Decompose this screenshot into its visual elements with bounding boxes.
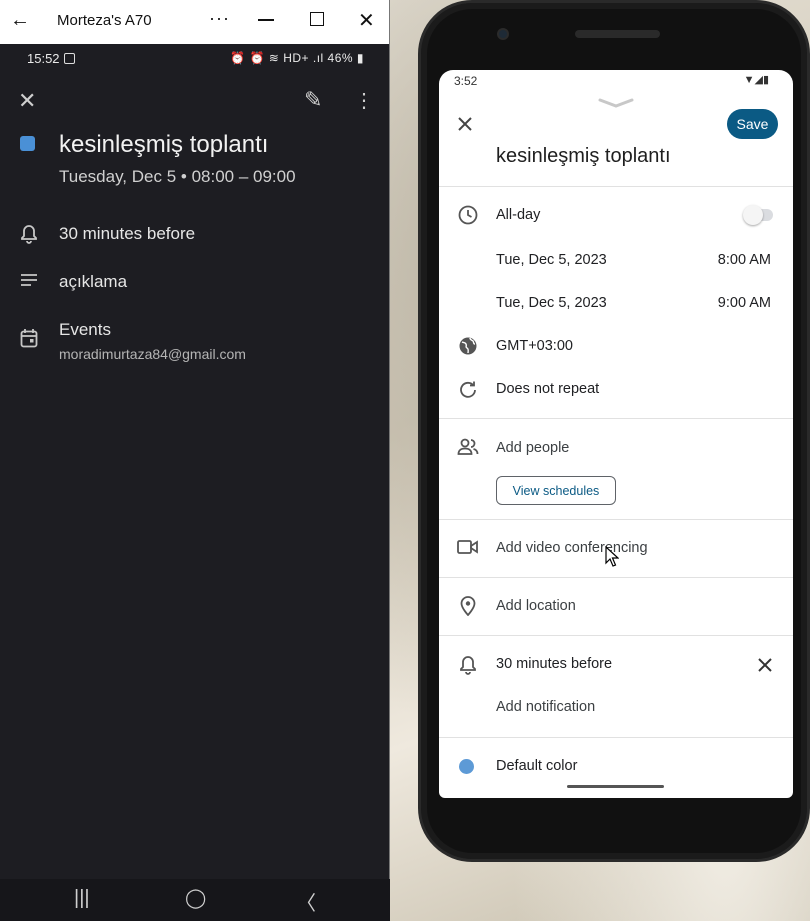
calendar-account: moradimurtaza84@gmail.com xyxy=(59,346,246,362)
all-day-label: All-day xyxy=(496,207,541,223)
divider xyxy=(439,418,793,419)
start-time[interactable]: 8:00 AM xyxy=(718,252,771,268)
color-option[interactable]: Default color xyxy=(496,758,577,774)
save-button[interactable]: Save xyxy=(727,109,778,139)
clipboard-icon xyxy=(64,53,75,64)
event-title: kesinleşmiş toplantı xyxy=(59,131,269,158)
close-icon[interactable] xyxy=(457,112,473,138)
sheet-handle-chevron-icon[interactable] xyxy=(598,98,634,108)
end-time[interactable]: 9:00 AM xyxy=(718,295,771,311)
add-video-conferencing[interactable]: Add video conferencing xyxy=(496,540,648,556)
globe-icon xyxy=(457,336,479,361)
event-color-swatch xyxy=(20,136,35,151)
start-date[interactable]: Tue, Dec 5, 2023 xyxy=(496,252,607,268)
add-notification-button[interactable]: Add notification xyxy=(496,699,595,715)
bell-icon xyxy=(18,224,40,250)
event-datetime: Tuesday, Dec 5 • 08:00 – 09:00 xyxy=(59,167,296,186)
status-time: 15:52 xyxy=(27,51,60,66)
back-arrow-icon[interactable]: ← xyxy=(10,9,30,32)
front-camera xyxy=(497,28,509,40)
calendar-icon xyxy=(18,328,40,354)
event-description: açıklama xyxy=(59,272,128,291)
home-button[interactable]: ◯ xyxy=(185,887,206,910)
scrcpy-window: ← Morteza's A70 ··· ✕ 15:52 ⏰ ⏰ ≋ HD+ .ı… xyxy=(0,0,390,921)
status-icons: ▼◢▮ xyxy=(743,74,769,86)
people-icon xyxy=(457,438,479,461)
repeat-option[interactable]: Does not repeat xyxy=(496,381,599,397)
all-day-toggle[interactable] xyxy=(743,205,773,225)
divider xyxy=(439,635,793,636)
add-location-field[interactable]: Add location xyxy=(496,598,576,614)
color-swatch xyxy=(459,759,474,774)
device-nav-bar: ||| ◯ 〈 xyxy=(0,879,390,921)
repeat-icon xyxy=(457,379,479,404)
view-schedules-button[interactable]: View schedules xyxy=(496,476,616,505)
window-titlebar: ← Morteza's A70 ··· ✕ xyxy=(0,0,389,44)
description-icon xyxy=(18,272,40,294)
remove-notification-icon[interactable] xyxy=(754,656,776,677)
more-options-icon[interactable]: ··· xyxy=(209,8,230,29)
clock-icon xyxy=(457,205,479,230)
divider xyxy=(439,737,793,738)
gesture-home-pill[interactable] xyxy=(567,785,664,788)
calendar-name: Events xyxy=(59,320,111,339)
recents-button[interactable]: ||| xyxy=(74,887,90,910)
earpiece-speaker xyxy=(575,30,660,38)
overflow-menu-icon[interactable]: ⋮ xyxy=(354,88,374,113)
end-date[interactable]: Tue, Dec 5, 2023 xyxy=(496,295,607,311)
close-icon[interactable]: ✕ xyxy=(18,88,36,114)
divider xyxy=(439,577,793,578)
event-edit-screen: 3:52 ▼◢▮ Save kesinleşmiş toplantı All-d… xyxy=(439,70,793,798)
edit-pencil-icon[interactable]: ✎ xyxy=(304,87,322,113)
event-title-input[interactable]: kesinleşmiş toplantı xyxy=(496,145,671,168)
timezone[interactable]: GMT+03:00 xyxy=(496,338,573,354)
video-camera-icon xyxy=(457,539,479,560)
status-indicators: ⏰ ⏰ ≋ HD+ .ıl 46% ▮ xyxy=(230,51,364,65)
notification-text[interactable]: 30 minutes before xyxy=(59,224,195,244)
add-people-field[interactable]: Add people xyxy=(496,440,569,456)
divider xyxy=(439,186,793,187)
mouse-cursor-icon xyxy=(605,546,619,567)
location-pin-icon xyxy=(457,596,479,621)
nav-back-button[interactable]: 〈 xyxy=(296,887,316,916)
window-title: Morteza's A70 xyxy=(57,12,152,29)
maximize-button[interactable] xyxy=(310,12,324,26)
device-status-bar: 15:52 ⏰ ⏰ ≋ HD+ .ıl 46% ▮ xyxy=(0,51,390,69)
close-window-button[interactable]: ✕ xyxy=(358,8,375,33)
divider xyxy=(439,519,793,520)
bell-icon xyxy=(457,655,479,680)
minimize-button[interactable] xyxy=(258,19,274,21)
notification-entry[interactable]: 30 minutes before xyxy=(496,656,612,672)
status-time: 3:52 xyxy=(454,74,478,88)
